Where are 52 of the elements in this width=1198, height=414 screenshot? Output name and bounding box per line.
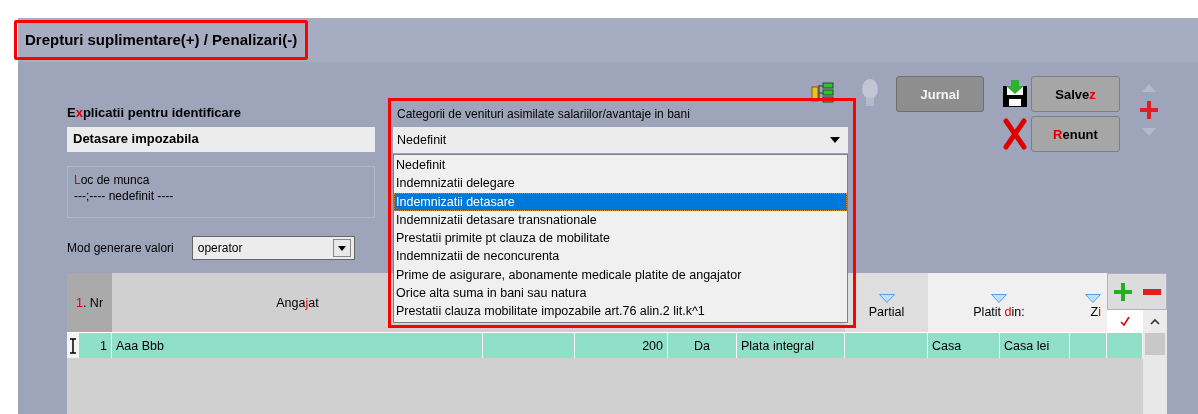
save-button[interactable]: Salvez: [1031, 76, 1120, 112]
dropdown-option[interactable]: Indemnizatii delegare: [394, 174, 847, 193]
table-cell: Plata integral: [737, 332, 845, 358]
field-value: ---;---- nedefinit ----: [74, 189, 174, 203]
dropdown-option[interactable]: Prime de asigurare, abonamente medicale platite de angajator: [394, 265, 847, 285]
checkmark-icon: [1120, 316, 1130, 326]
dropdown-option[interactable]: Indemnizatii de neconcurenta: [394, 247, 847, 266]
filter-icon[interactable]: [991, 294, 1007, 303]
column-header[interactable]: Partial: [845, 273, 928, 332]
field-label: Categorii de venituri asimilate salariilor/avantaje in bani: [397, 106, 690, 123]
cancel-button[interactable]: Renunt: [1031, 116, 1120, 152]
dropdown-option[interactable]: Indemnizatii detasare transnationale: [394, 210, 847, 230]
row-indicator-cell[interactable]: [67, 332, 79, 358]
save-icon[interactable]: [1002, 80, 1028, 108]
table-cell: Da: [668, 332, 737, 358]
field-label: Loc de munca: [74, 173, 150, 187]
table-cell: Casa: [928, 332, 1000, 358]
scroll-up-button[interactable]: [1143, 310, 1167, 332]
table-cell: 1: [79, 332, 112, 358]
remove-icon[interactable]: [1142, 288, 1161, 295]
scrollbar-thumb[interactable]: [1145, 333, 1165, 355]
table-cell: 200: [575, 332, 668, 358]
dropdown-option[interactable]: Nedefinit: [394, 156, 847, 175]
table-cell: [1107, 332, 1143, 358]
dropdown-arrow-icon: [830, 137, 840, 143]
category-dropdown[interactable]: Nedefinit: [393, 127, 848, 153]
column-header[interactable]: 1. Nr: [67, 273, 112, 332]
table-cell: Casa lei: [1000, 332, 1070, 358]
close-icon[interactable]: [1003, 118, 1027, 150]
column-header[interactable]: Zi: [1070, 273, 1107, 332]
dropdown-option[interactable]: Prestatii primite pt clauza de mobilitate: [394, 229, 847, 248]
filter-icon[interactable]: [878, 294, 895, 303]
field-label: Mod generare valori: [67, 241, 174, 255]
add-icon[interactable]: [1140, 101, 1158, 119]
scroll-up-icon: [1150, 317, 1160, 325]
dropdown-option[interactable]: Indemnizatii detasare: [394, 192, 847, 211]
dropdown-option[interactable]: Prestatii clauza mobilitate impozabile art.76 alin.2 lit.k^1: [394, 302, 847, 321]
column-header[interactable]: [1107, 310, 1143, 332]
tree-icon[interactable]: [811, 82, 835, 104]
column-header[interactable]: Platit din:: [928, 273, 1070, 332]
mode-dropdown[interactable]: operator: [191, 236, 355, 260]
window-title: Drepturi suplimentare(+) / Penalizari(-): [25, 31, 298, 48]
table-cell: [1070, 332, 1107, 358]
filter-icon[interactable]: [1085, 294, 1101, 303]
add-icon[interactable]: [1113, 282, 1132, 301]
row-pointer-icon: [68, 337, 78, 354]
input-field[interactable]: Detasare impozabila: [67, 127, 375, 152]
field-label: Explicatii pentru identificare: [67, 104, 242, 122]
column-header[interactable]: Angajat: [276, 295, 319, 310]
table-cell: Aaa Bbb: [112, 332, 483, 358]
dropdown-option[interactable]: Orice alta suma in bani sau natura: [394, 284, 847, 303]
scrollbar[interactable]: [1143, 332, 1167, 414]
